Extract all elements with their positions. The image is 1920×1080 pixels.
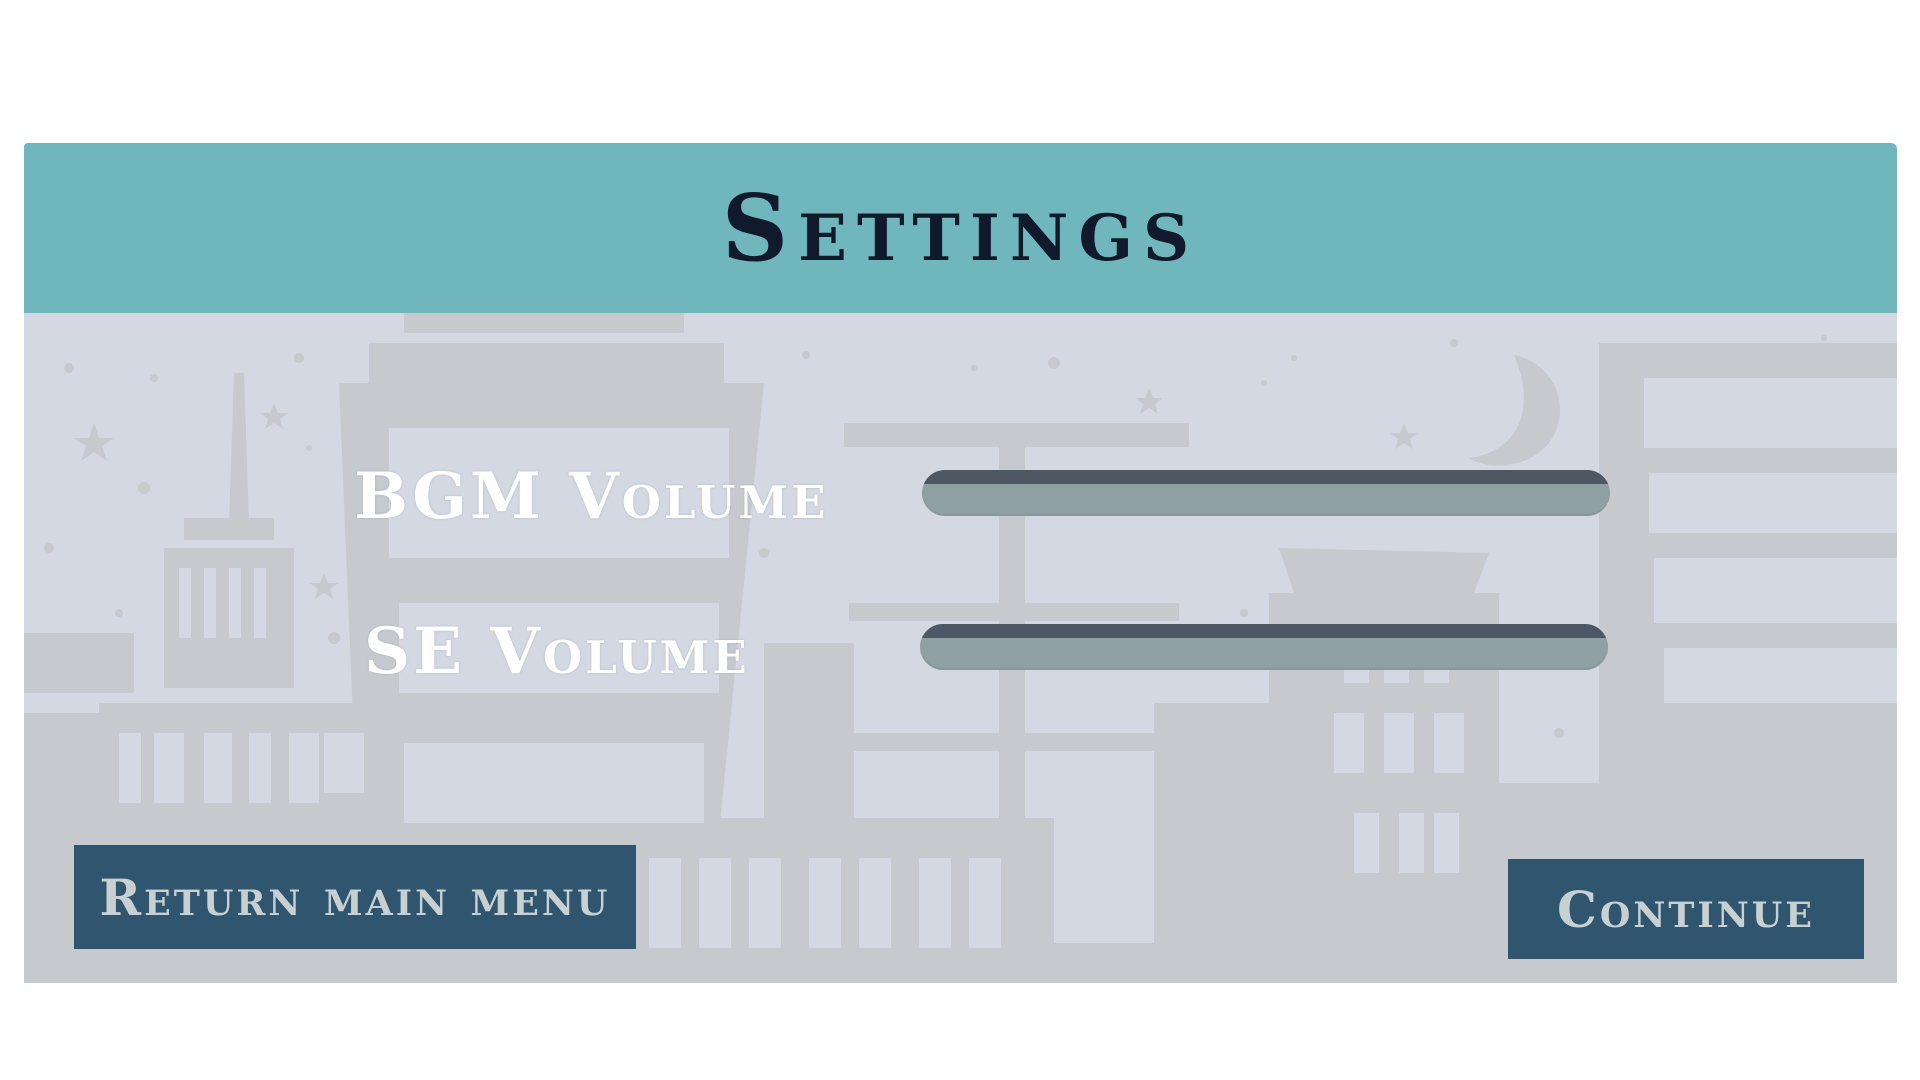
bgm-slider-rim — [922, 470, 1610, 484]
settings-header: Settings — [24, 143, 1897, 313]
se-volume-slider[interactable] — [920, 624, 1608, 670]
roof-top — [404, 313, 684, 333]
roof-ledge — [369, 343, 724, 383]
page-title: Settings — [721, 174, 1200, 282]
scaffold-bar — [849, 603, 1179, 621]
right-tower-cap — [1279, 548, 1489, 593]
continue-button[interactable]: Continue — [1508, 859, 1864, 959]
star-icon — [44, 335, 1827, 738]
crescent-moon-icon — [1469, 355, 1561, 466]
se-volume-label: SE Volume — [364, 614, 750, 689]
tower-top — [184, 518, 274, 540]
bgm-volume-slider[interactable] — [922, 470, 1610, 516]
mid-block — [764, 643, 854, 823]
se-slider-rim — [920, 624, 1608, 638]
scaffold-top — [844, 423, 1189, 447]
spire-building — [229, 373, 249, 523]
left-building — [24, 633, 134, 693]
bgm-volume-label: BGM Volume — [354, 459, 829, 534]
scaffold-bar — [854, 733, 1174, 751]
return-main-menu-button[interactable]: Return main menu — [74, 845, 636, 949]
settings-dialog: Settings BGM Volume SE Volume Return mai… — [24, 143, 1897, 983]
settings-body: BGM Volume SE Volume Return main menu Co… — [24, 313, 1897, 983]
